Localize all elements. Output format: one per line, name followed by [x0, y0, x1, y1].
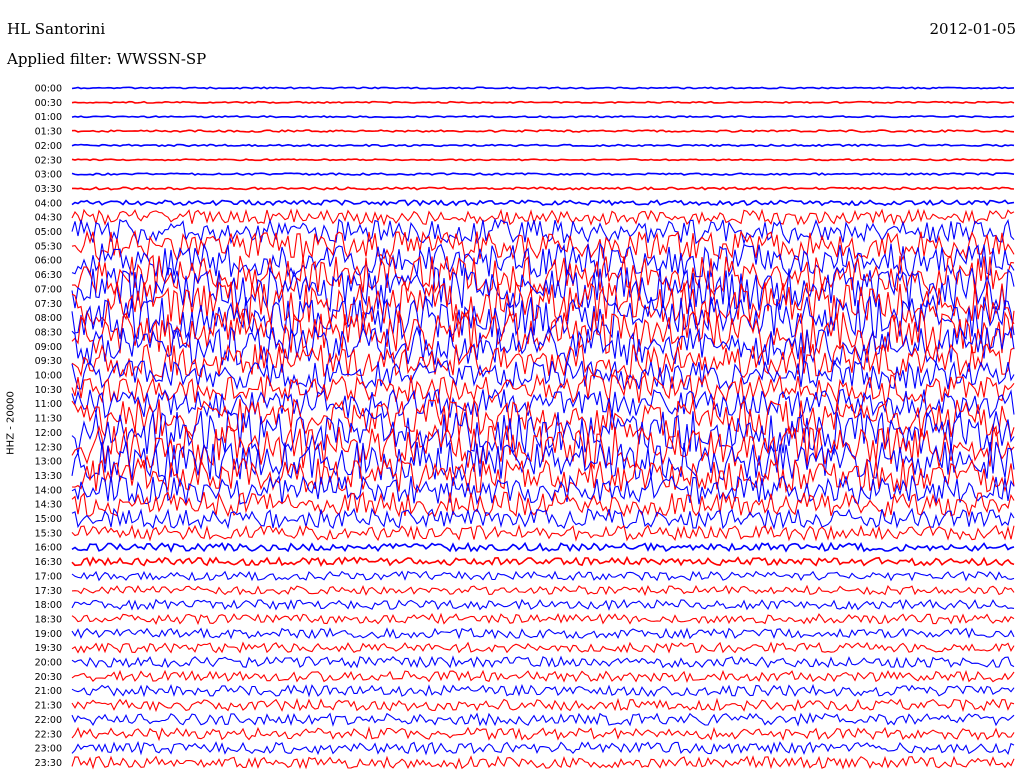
- row-time-label: 14:30: [35, 500, 62, 511]
- tick-labels: 00:00 00:30 01:00 01:30 02:00 02:30 03:00 03:30…: [35, 84, 62, 769]
- trace-row: [71, 541, 1015, 553]
- row-time-label: 09:00: [35, 342, 62, 353]
- row-time-label: 17:00: [35, 571, 62, 582]
- row-time-label: 19:00: [35, 629, 62, 640]
- row-time-label: 20:00: [35, 658, 62, 669]
- row-time-label: 03:00: [35, 170, 62, 181]
- trace-row: [71, 755, 1015, 770]
- row-time-label: 12:30: [35, 442, 62, 453]
- row-time-label: 08:00: [35, 313, 62, 324]
- trace-group: [71, 86, 1015, 770]
- row-time-label: 02:00: [35, 141, 62, 152]
- row-time-label: 00:00: [35, 84, 62, 95]
- trace-row: [71, 115, 1015, 119]
- helicorder-plot: 00:00 00:30 01:00 01:30 02:00 02:30 03:00 03:30…: [35, 84, 1015, 770]
- row-time-label: 14:00: [35, 485, 62, 496]
- trace-row: [71, 555, 1015, 568]
- trace-row: [71, 199, 1015, 207]
- trace-row: [71, 683, 1015, 698]
- trace-row: [71, 669, 1015, 684]
- row-time-label: 10:00: [35, 371, 62, 382]
- trace-row: [71, 208, 1015, 227]
- trace-row: [71, 100, 1015, 104]
- trace-row: [71, 627, 1015, 640]
- trace-row: [71, 242, 1015, 279]
- trace-row: [71, 740, 1015, 756]
- row-time-label: 04:00: [35, 198, 62, 209]
- row-time-label: 11:00: [35, 399, 62, 410]
- row-time-label: 20:30: [35, 672, 62, 683]
- row-time-label: 22:30: [35, 729, 62, 740]
- row-time-label: 06:30: [35, 270, 62, 281]
- row-time-label: 01:00: [35, 112, 62, 123]
- row-time-label: 15:30: [35, 528, 62, 539]
- row-time-label: 23:00: [35, 744, 62, 755]
- row-time-label: 01:30: [35, 127, 62, 138]
- row-time-label: 08:30: [35, 327, 62, 338]
- trace-row: [71, 598, 1015, 611]
- row-time-label: 17:30: [35, 586, 62, 597]
- row-time-label: 06:00: [35, 256, 62, 267]
- row-time-label: 21:30: [35, 701, 62, 712]
- row-time-label: 04:30: [35, 213, 62, 224]
- trace-row: [71, 86, 1015, 90]
- row-time-label: 18:00: [35, 600, 62, 611]
- row-time-label: 21:00: [35, 686, 62, 697]
- row-time-label: 00:30: [35, 98, 62, 109]
- trace-row: [71, 712, 1015, 727]
- trace-row: [71, 172, 1015, 176]
- row-time-label: 07:30: [35, 299, 62, 310]
- row-time-label: 16:30: [35, 557, 62, 568]
- row-time-label: 05:30: [35, 241, 62, 252]
- trace-row: [71, 524, 1015, 542]
- row-time-label: 23:30: [35, 758, 62, 769]
- trace-row: [72, 186, 1015, 191]
- row-time-label: 15:00: [35, 514, 62, 525]
- row-time-label: 13:00: [35, 457, 62, 468]
- row-time-label: 13:30: [35, 471, 62, 482]
- trace-row: [71, 726, 1015, 742]
- trace-row: [71, 697, 1015, 713]
- row-time-label: 09:30: [35, 356, 62, 367]
- trace-row: [71, 373, 1015, 405]
- row-time-label: 10:30: [35, 385, 62, 396]
- row-time-label: 22:00: [35, 715, 62, 726]
- row-time-label: 07:00: [35, 284, 62, 295]
- row-time-label: 19:30: [35, 643, 62, 654]
- trace-row: [71, 570, 1015, 582]
- trace-row: [71, 158, 1015, 162]
- trace-row: [71, 641, 1015, 654]
- row-time-label: 18:30: [35, 614, 62, 625]
- row-time-label: 16:00: [35, 543, 62, 554]
- row-time-label: 03:30: [35, 184, 62, 195]
- row-time-label: 11:30: [35, 414, 62, 425]
- row-time-label: 05:00: [35, 227, 62, 238]
- trace-row: [71, 655, 1015, 669]
- trace-row: [71, 507, 1015, 530]
- row-time-label: 02:30: [35, 155, 62, 166]
- trace-row: [71, 584, 1015, 597]
- row-time-label: 12:00: [35, 428, 62, 439]
- trace-row: [71, 143, 1015, 148]
- trace-row: [71, 612, 1015, 626]
- trace-row: [71, 129, 1015, 133]
